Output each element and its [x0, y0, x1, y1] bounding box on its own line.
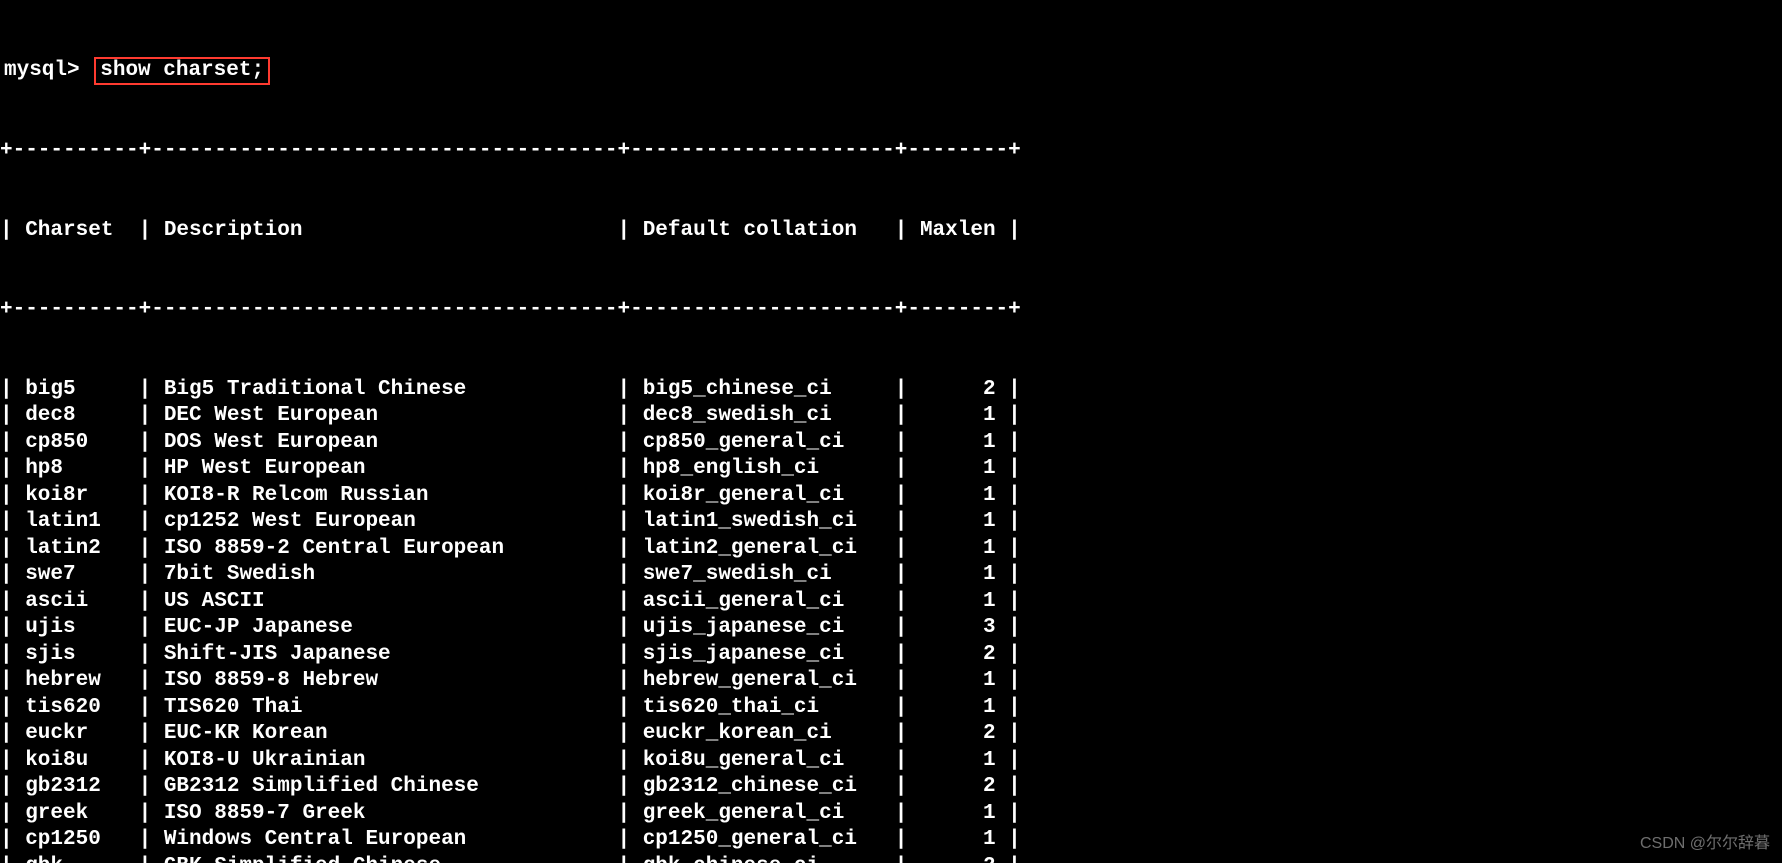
table-row: | cp1250 | Windows Central European | cp… — [0, 827, 1782, 854]
table-row: | gb2312 | GB2312 Simplified Chinese | g… — [0, 774, 1782, 801]
table-row: | latin2 | ISO 8859-2 Central European |… — [0, 536, 1782, 563]
table-row: | hebrew | ISO 8859-8 Hebrew | hebrew_ge… — [0, 668, 1782, 695]
table-row: | swe7 | 7bit Swedish | swe7_swedish_ci … — [0, 562, 1782, 589]
table-row: | tis620 | TIS620 Thai | tis620_thai_ci … — [0, 695, 1782, 722]
table-row: | gbk | GBK Simplified Chinese | gbk_chi… — [0, 854, 1782, 863]
table-row: | latin1 | cp1252 West European | latin1… — [0, 509, 1782, 536]
table-row: | hp8 | HP West European | hp8_english_c… — [0, 456, 1782, 483]
table-row: | ascii | US ASCII | ascii_general_ci | … — [0, 589, 1782, 616]
table-row: | ujis | EUC-JP Japanese | ujis_japanese… — [0, 615, 1782, 642]
table-body: | big5 | Big5 Traditional Chinese | big5… — [0, 377, 1782, 863]
table-row: | koi8r | KOI8-R Relcom Russian | koi8r_… — [0, 483, 1782, 510]
table-row: | sjis | Shift-JIS Japanese | sjis_japan… — [0, 642, 1782, 669]
table-row: | dec8 | DEC West European | dec8_swedis… — [0, 403, 1782, 430]
prompt-line: mysql> show charset; — [0, 57, 1782, 85]
mysql-prompt: mysql> — [4, 59, 80, 82]
table-header-row: | Charset | Description | Default collat… — [0, 218, 1782, 245]
table-border-mid: +----------+----------------------------… — [0, 297, 1782, 324]
table-border-top: +----------+----------------------------… — [0, 138, 1782, 165]
table-row: | koi8u | KOI8-U Ukrainian | koi8u_gener… — [0, 748, 1782, 775]
table-row: | euckr | EUC-KR Korean | euckr_korean_c… — [0, 721, 1782, 748]
command-highlight[interactable]: show charset; — [94, 57, 270, 85]
terminal-output: mysql> show charset; +----------+-------… — [0, 0, 1782, 863]
watermark: CSDN @尔尔辞暮 — [1640, 831, 1770, 858]
table-row: | big5 | Big5 Traditional Chinese | big5… — [0, 377, 1782, 404]
table-row: | cp850 | DOS West European | cp850_gene… — [0, 430, 1782, 457]
table-row: | greek | ISO 8859-7 Greek | greek_gener… — [0, 801, 1782, 828]
